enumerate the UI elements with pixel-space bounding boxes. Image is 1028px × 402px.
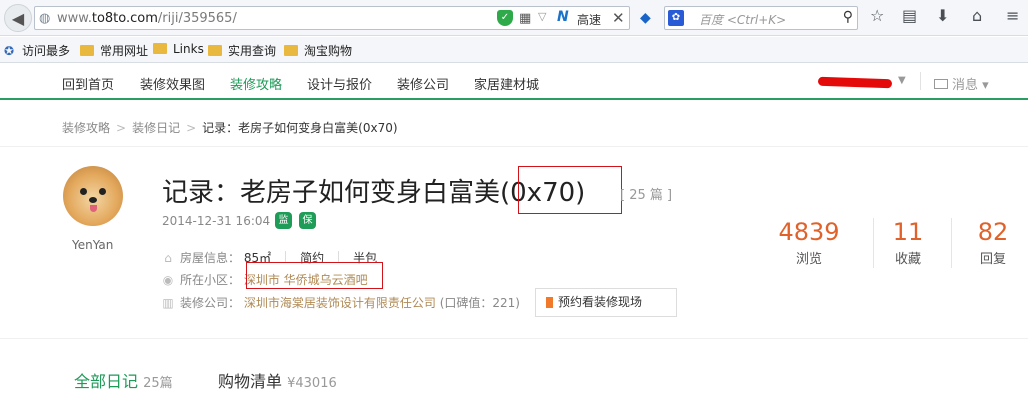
bookmark-icon <box>546 297 553 308</box>
supervision-badge[interactable]: 监 <box>275 212 292 229</box>
divider <box>0 146 1028 147</box>
tab-all-diaries[interactable]: 全部日记 25篇 <box>74 368 173 392</box>
stat-views-label: 浏览 <box>795 252 822 267</box>
download-icon[interactable]: ⬇ <box>936 6 949 25</box>
breadcrumb: 装修攻略 > 装修日记 > 记录：老房子如何变身白富美(0x70) <box>62 119 402 136</box>
avatar-tongue <box>90 205 97 212</box>
star-icon: ✪ <box>4 44 15 58</box>
nav-design-quote[interactable]: 设计与报价 <box>307 74 372 93</box>
stat-replies-label: 回复 <box>979 252 1006 267</box>
bookmark-most-visited[interactable]: ✪ 访问最多 <box>4 42 70 59</box>
building-icon: ▥ <box>162 296 174 310</box>
folder-icon <box>284 45 298 56</box>
folder-icon <box>153 43 167 54</box>
tab-all-count: 25篇 <box>143 376 173 391</box>
site-nav: 回到首页 装修效果图 装修攻略 设计与报价 装修公司 家居建材城 ▼ 消息 ▾ <box>0 64 1028 100</box>
back-button[interactable]: ◀ <box>4 4 32 32</box>
chevron-right-icon: > <box>116 121 127 135</box>
stat-favorites-label: 收藏 <box>894 252 921 267</box>
stat-favorites-value: 11 <box>892 218 924 246</box>
nav-divider <box>920 72 921 90</box>
divider <box>951 218 952 268</box>
guarantee-badge[interactable]: 保 <box>299 212 316 229</box>
address-bar[interactable]: ◍ www.to8to.com/riji/359565/ ✓ ▦ ▽ N 高速 … <box>34 6 630 30</box>
company-score: (口碑值：221) <box>439 296 520 310</box>
folder-icon <box>208 45 222 56</box>
baidu-paw-icon[interactable]: ✿ <box>668 10 684 26</box>
browser-toolbar: ◀ ◍ www.to8to.com/riji/359565/ ✓ ▦ ▽ N 高… <box>0 0 1028 36</box>
bookmarks-bar: ✪ 访问最多 常用网址 Links 实用查询 淘宝购物 <box>0 37 1028 63</box>
bookmark-utilities[interactable]: 实用查询 <box>208 42 276 59</box>
entry-count: [ 25 篇 ] <box>620 188 673 203</box>
avatar[interactable] <box>63 166 123 226</box>
url-dropdown-icon[interactable]: ▽ <box>538 10 546 23</box>
breadcrumb-guides[interactable]: 装修攻略 <box>62 121 110 135</box>
tab-shopping-list[interactable]: 购物清单 ¥43016 <box>218 368 337 392</box>
stat-replies-value: 82 <box>977 218 1009 246</box>
search-icon[interactable]: ⚲ <box>843 9 853 25</box>
nav-materials-mall[interactable]: 家居建材城 <box>474 74 539 93</box>
bookmark-taobao[interactable]: 淘宝购物 <box>284 42 352 59</box>
breadcrumb-current: 记录：老房子如何变身白富美(0x70) <box>202 121 398 135</box>
redacted-username[interactable] <box>817 76 893 89</box>
avatar-nose <box>89 197 97 203</box>
bookmark-links[interactable]: Links <box>153 42 204 56</box>
nav-companies[interactable]: 装修公司 <box>397 74 449 93</box>
nav-home[interactable]: 回到首页 <box>62 74 114 93</box>
stat-favorites: 11 收藏 <box>873 218 943 267</box>
qr-code-icon[interactable]: ▦ <box>519 11 531 26</box>
nav-guides[interactable]: 装修攻略 <box>230 74 282 93</box>
search-box[interactable]: ✿ 百度 <Ctrl+K> ⚲ <box>664 6 858 30</box>
security-shield-icon[interactable]: ✓ <box>497 10 513 26</box>
url-text[interactable]: www.to8to.com/riji/359565/ <box>57 11 237 26</box>
stat-views: 4839 浏览 <box>774 218 844 267</box>
extension-bird-icon[interactable]: ◆ <box>640 10 651 26</box>
tab-shopping-value: ¥43016 <box>287 376 337 391</box>
envelope-icon <box>934 79 948 89</box>
stop-icon[interactable]: ✕ <box>612 9 625 27</box>
speed-mode-label[interactable]: 高速 <box>577 11 601 28</box>
company-link[interactable]: 深圳市海棠居装饰设计有限责任公司 <box>244 296 436 310</box>
bookmark-star-icon[interactable]: ☆ <box>870 6 884 25</box>
company-info: ▥ 装修公司： 深圳市海棠居装饰设计有限责任公司 (口碑值：221) <box>162 296 520 310</box>
speed-mode-icon[interactable]: N <box>557 9 569 25</box>
stat-replies: 82 回复 <box>958 218 1028 267</box>
home-icon[interactable]: ⌂ <box>972 6 982 25</box>
reading-list-icon[interactable]: ▤ <box>902 6 917 25</box>
book-site-visit-button[interactable]: 预约看装修现场 <box>535 288 677 317</box>
nav-gallery[interactable]: 装修效果图 <box>140 74 205 93</box>
annotation-box <box>518 166 622 214</box>
divider <box>0 338 1028 339</box>
messages-menu[interactable]: 消息 ▾ <box>934 74 989 93</box>
menu-icon[interactable]: ≡ <box>1006 6 1019 25</box>
username[interactable]: YenYan <box>72 238 113 252</box>
annotation-box <box>246 262 383 289</box>
avatar-eye <box>80 188 87 195</box>
chevron-right-icon: > <box>186 121 197 135</box>
globe-icon: ◍ <box>39 11 51 26</box>
location-pin-icon: ◉ <box>162 273 174 287</box>
breadcrumb-diary[interactable]: 装修日记 <box>132 121 180 135</box>
stat-views-value: 4839 <box>778 218 840 246</box>
folder-icon <box>80 45 94 56</box>
bookmark-common-sites[interactable]: 常用网址 <box>80 42 148 59</box>
search-placeholder[interactable]: 百度 <Ctrl+K> <box>699 11 786 28</box>
chevron-down-icon[interactable]: ▼ <box>898 75 906 86</box>
publish-date: 2014-12-31 16:04 <box>162 214 271 228</box>
house-icon: ⌂ <box>164 251 172 265</box>
avatar-eye <box>99 188 106 195</box>
